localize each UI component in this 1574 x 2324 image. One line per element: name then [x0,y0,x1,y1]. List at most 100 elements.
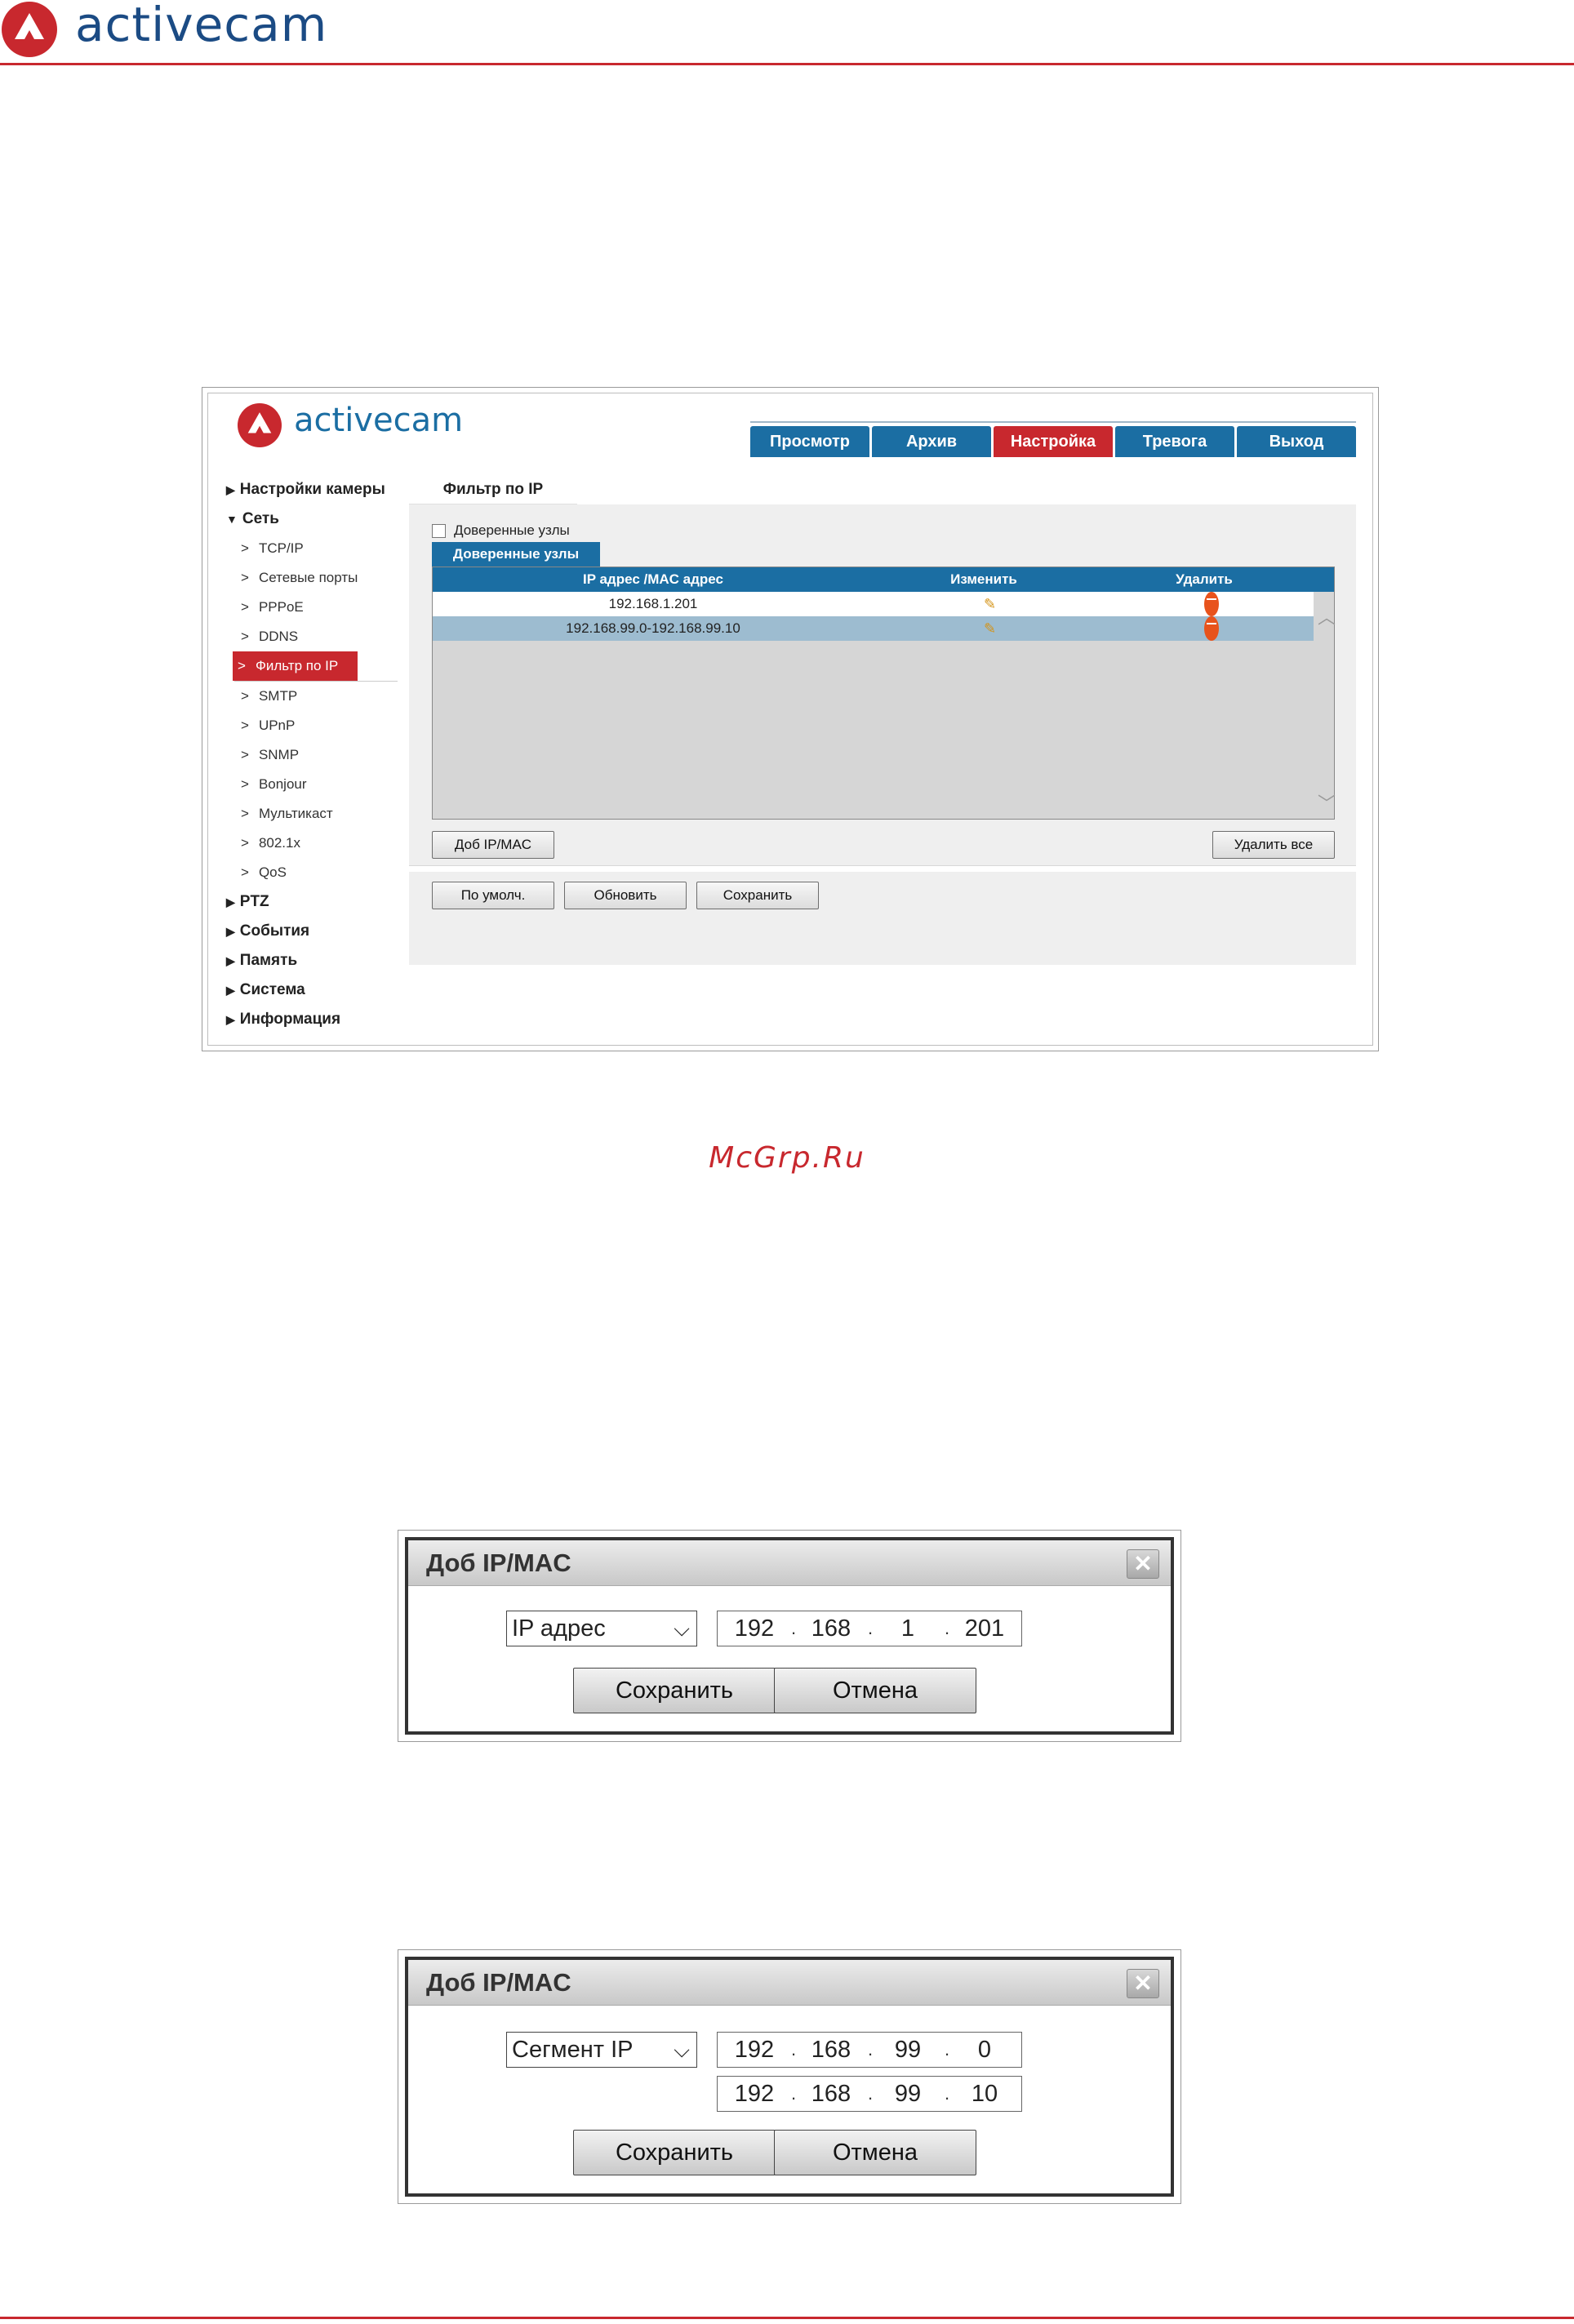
nav-network[interactable]: ▼ Сеть [226,504,398,534]
table-scrollbar[interactable]: ︿ ﹀ [1314,592,1336,819]
content-tab-band [577,475,1356,504]
trusted-hosts-checkbox[interactable] [432,523,446,538]
nav-item-upnp[interactable]: > UPnP [226,711,398,740]
close-button[interactable]: ✕ [1127,1969,1159,1998]
add-ip-dialog-screenshot: Доб IP/MAC ✕ IP адрес ⌵ 192 . 168 . 1 . … [398,1530,1181,1742]
tab-alarm[interactable]: Тревога [1115,426,1234,457]
refresh-button[interactable]: Обновить [564,882,687,909]
expand-arrow-icon: ▶ [226,954,235,967]
nav-item-pppoe[interactable]: > PPPoE [226,593,398,622]
ip-start-input[interactable]: 192 . 168 . 99 . 0 [717,2032,1022,2068]
tab-logout[interactable]: Выход [1237,426,1356,457]
nav-item-multicast[interactable]: > Мультикаст [226,799,398,829]
nav-ptz[interactable]: ▶ PTZ [226,887,398,917]
nav-item-ports[interactable]: > Сетевые порты [226,563,398,593]
pencil-icon: ✎ [984,620,997,637]
delete-all-button[interactable]: Удалить все [1212,831,1335,859]
nav-item-qos[interactable]: > QoS [226,858,398,887]
close-icon: ✕ [1133,1551,1153,1576]
table-row[interactable]: 192.168.1.201 ✎ [433,592,1314,616]
ip-octet-1[interactable]: 192 [718,2033,791,2067]
trusted-hosts-label: Доверенные узлы [454,522,570,538]
ip-octet-2[interactable]: 168 [794,2077,868,2111]
settings-screenshot: activecam Просмотр Архив Настройка Трево… [202,387,1379,1051]
nav-item-tcpip[interactable]: > TCP/IP [226,534,398,563]
table-row[interactable]: 192.168.99.0-192.168.99.10 ✎ [433,616,1314,641]
expand-arrow-icon: ▶ [226,984,235,997]
nav-item-8021x[interactable]: >802.1x [226,829,398,858]
dialog-save-button[interactable]: Сохранить [573,2130,776,2175]
nav-events[interactable]: ▶ События [226,917,398,946]
tab-settings[interactable]: Настройка [994,426,1113,457]
row-address: 192.168.99.0-192.168.99.10 [566,620,740,636]
header-brand-text: activecam [75,0,328,52]
activecam-logo-icon [2,2,57,57]
ip-octet-3[interactable]: 99 [871,2033,945,2067]
save-button[interactable]: Сохранить [696,882,819,909]
dialog-cancel-button[interactable]: Отмена [774,2130,976,2175]
settings-window: activecam Просмотр Архив Настройка Трево… [207,393,1373,1046]
app-logo-icon [238,403,282,447]
chevron-right-icon: > [241,599,249,615]
tab-view[interactable]: Просмотр [750,426,869,457]
chevron-right-icon: > [238,658,246,673]
delete-button[interactable] [1094,616,1314,641]
nav-item-ip-filter[interactable]: > Фильтр по IP [226,651,398,681]
nav-info[interactable]: ▶ Информация [226,1005,398,1034]
edit-button[interactable]: ✎ [874,592,1094,616]
ip-octet-3[interactable]: 1 [871,1611,945,1646]
scroll-down-icon[interactable]: ﹀ [1318,789,1336,815]
edit-button[interactable]: ✎ [874,616,1094,641]
delete-button[interactable] [1094,592,1314,616]
expand-arrow-icon: ▶ [226,1013,235,1026]
trusted-hosts-table: IP адрес /MAC адрес Изменить Удалить 192… [432,567,1336,820]
chevron-down-icon: ⌵ [674,2037,690,2062]
address-type-select[interactable]: Сегмент IP ⌵ [506,2032,697,2068]
dialog-title: Доб IP/MAC [408,1540,1171,1586]
chevron-right-icon: > [241,570,249,585]
close-icon: ✕ [1133,1971,1153,1996]
delete-icon [1204,592,1219,616]
add-ip-mac-button[interactable]: Доб IP/MAC [432,831,554,859]
ip-end-input[interactable]: 192 . 168 . 99 . 10 [717,2076,1022,2112]
main-tabs: Просмотр Архив Настройка Тревога Выход [750,421,1356,457]
address-type-select[interactable]: IP адрес ⌵ [506,1611,697,1646]
ip-octet-4[interactable]: 201 [948,1611,1021,1646]
nav-item-bonjour[interactable]: > Bonjour [226,770,398,799]
sidebar-nav: ▶ Настройки камеры ▼ Сеть > TCP/IP > Сетевые… [226,475,398,1034]
column-header-address: IP адрес /MAC адрес [583,571,723,587]
select-value: Сегмент IP [512,2037,634,2063]
nav-camera-settings[interactable]: ▶ Настройки камеры [226,475,398,504]
dialog-cancel-button[interactable]: Отмена [774,1668,976,1713]
page: activecam activecam Просмотр Архив Настр… [0,0,1574,2324]
ip-octet-1[interactable]: 192 [718,1611,791,1646]
ip-octet-1[interactable]: 192 [718,2077,791,2111]
scroll-up-icon[interactable]: ︿ [1318,603,1336,629]
chevron-right-icon: > [241,806,249,821]
subtab-trusted-hosts[interactable]: Доверенные узлы [432,542,600,567]
close-button[interactable]: ✕ [1127,1549,1159,1579]
dialog-save-button[interactable]: Сохранить [573,1668,776,1713]
ip-octet-4[interactable]: 0 [948,2033,1021,2067]
nav-item-ddns[interactable]: > DDNS [226,622,398,651]
chevron-right-icon: > [241,540,249,556]
table-header: IP адрес /MAC адрес Изменить Удалить [433,567,1334,592]
chevron-down-icon: ⌵ [674,1616,690,1641]
trusted-hosts-toggle[interactable]: Доверенные узлы [432,522,570,539]
default-button[interactable]: По умолч. [432,882,554,909]
ip-address-input[interactable]: 192 . 168 . 1 . 201 [717,1611,1022,1646]
ip-octet-3[interactable]: 99 [871,2077,945,2111]
ip-octet-4[interactable]: 10 [948,2077,1021,2111]
watermark: McGrp.Ru [709,1141,865,1175]
chevron-right-icon: > [241,718,249,733]
ip-octet-2[interactable]: 168 [794,1611,868,1646]
nav-storage[interactable]: ▶ Память [226,946,398,975]
tab-archive[interactable]: Архив [872,426,991,457]
select-value: IP адрес [512,1615,606,1642]
ip-octet-2[interactable]: 168 [794,2033,868,2067]
nav-item-smtp[interactable]: > SMTP [226,682,398,711]
active-item-highlight: > Фильтр по IP [233,651,358,681]
nav-item-snmp[interactable]: > SNMP [226,740,398,770]
nav-system[interactable]: ▶ Система [226,975,398,1005]
tab-ip-filter[interactable]: Фильтр по IP [409,475,577,504]
